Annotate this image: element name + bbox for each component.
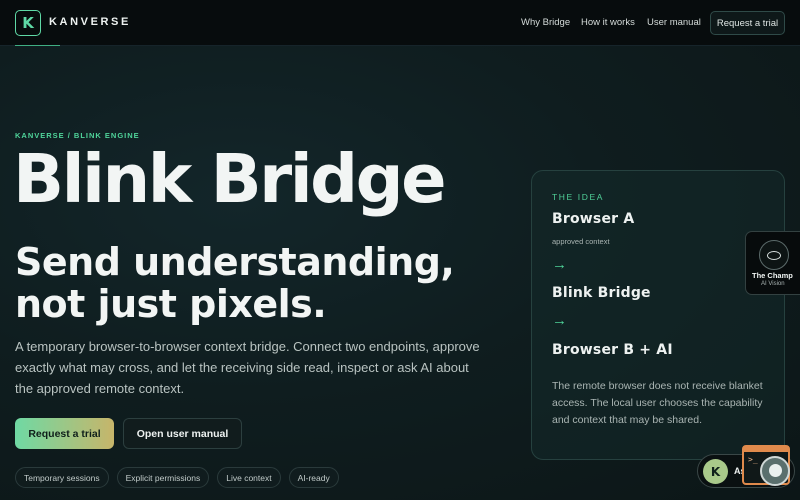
hero-description: A temporary browser-to-browser context b…	[15, 339, 480, 396]
nav-link-why-bridge[interactable]: Why Bridge	[521, 17, 570, 28]
hero-subtitle: Send understanding, not just pixels.	[15, 241, 485, 325]
champ-subtitle: AI Vision	[761, 281, 785, 287]
arrow-right-icon: →	[552, 256, 567, 273]
hero-subtitle-line-1: Send understanding,	[15, 240, 455, 284]
arrow-right-icon: →	[552, 312, 567, 329]
open-user-manual-button[interactable]: Open user manual	[123, 418, 242, 449]
brand-name[interactable]: KANVERSE	[49, 16, 131, 28]
tag-live-context: Live context	[217, 467, 281, 488]
hero-title: Blink Bridge	[13, 140, 447, 218]
request-trial-button[interactable]: Request a trial	[15, 418, 114, 449]
idea-card: THE IDEA Browser A approved context → Bl…	[531, 170, 785, 460]
kanverse-logo-icon[interactable]: K	[15, 10, 41, 36]
hero-subtitle-line-2: not just pixels.	[15, 282, 327, 326]
tag-temporary-sessions: Temporary sessions	[15, 467, 109, 488]
top-nav-bar: K KANVERSE Why Bridge How it works User …	[0, 0, 800, 46]
idea-card-label: THE IDEA	[552, 192, 605, 202]
step-browser-a: Browser A	[552, 211, 635, 227]
nav-link-how-it-works[interactable]: How it works	[581, 17, 635, 28]
idea-card-text: The remote browser does not receive blan…	[552, 380, 763, 426]
tag-explicit-permissions: Explicit permissions	[116, 467, 210, 488]
feature-tags: Temporary sessions Explicit permissions …	[15, 467, 339, 488]
eye-icon	[759, 240, 789, 270]
hero-eyebrow: KANVERSE / BLINK ENGINE	[15, 131, 140, 140]
chat-avatar-icon[interactable]	[760, 456, 790, 486]
champ-ai-vision-widget[interactable]: The Champ AI Vision	[745, 231, 800, 295]
champ-name: The Champ	[752, 271, 793, 280]
logo-underline-divider	[15, 45, 60, 46]
step-browser-b-ai: Browser B + AI	[552, 342, 673, 358]
tag-ai-ready: AI-ready	[288, 467, 339, 488]
step-browser-a-note: approved context	[552, 237, 610, 246]
nav-link-user-manual[interactable]: User manual	[647, 17, 701, 28]
request-trial-nav-button[interactable]: Request a trial	[710, 11, 785, 35]
assistant-avatar: K	[703, 459, 728, 484]
step-blink-bridge: Blink Bridge	[552, 285, 651, 301]
